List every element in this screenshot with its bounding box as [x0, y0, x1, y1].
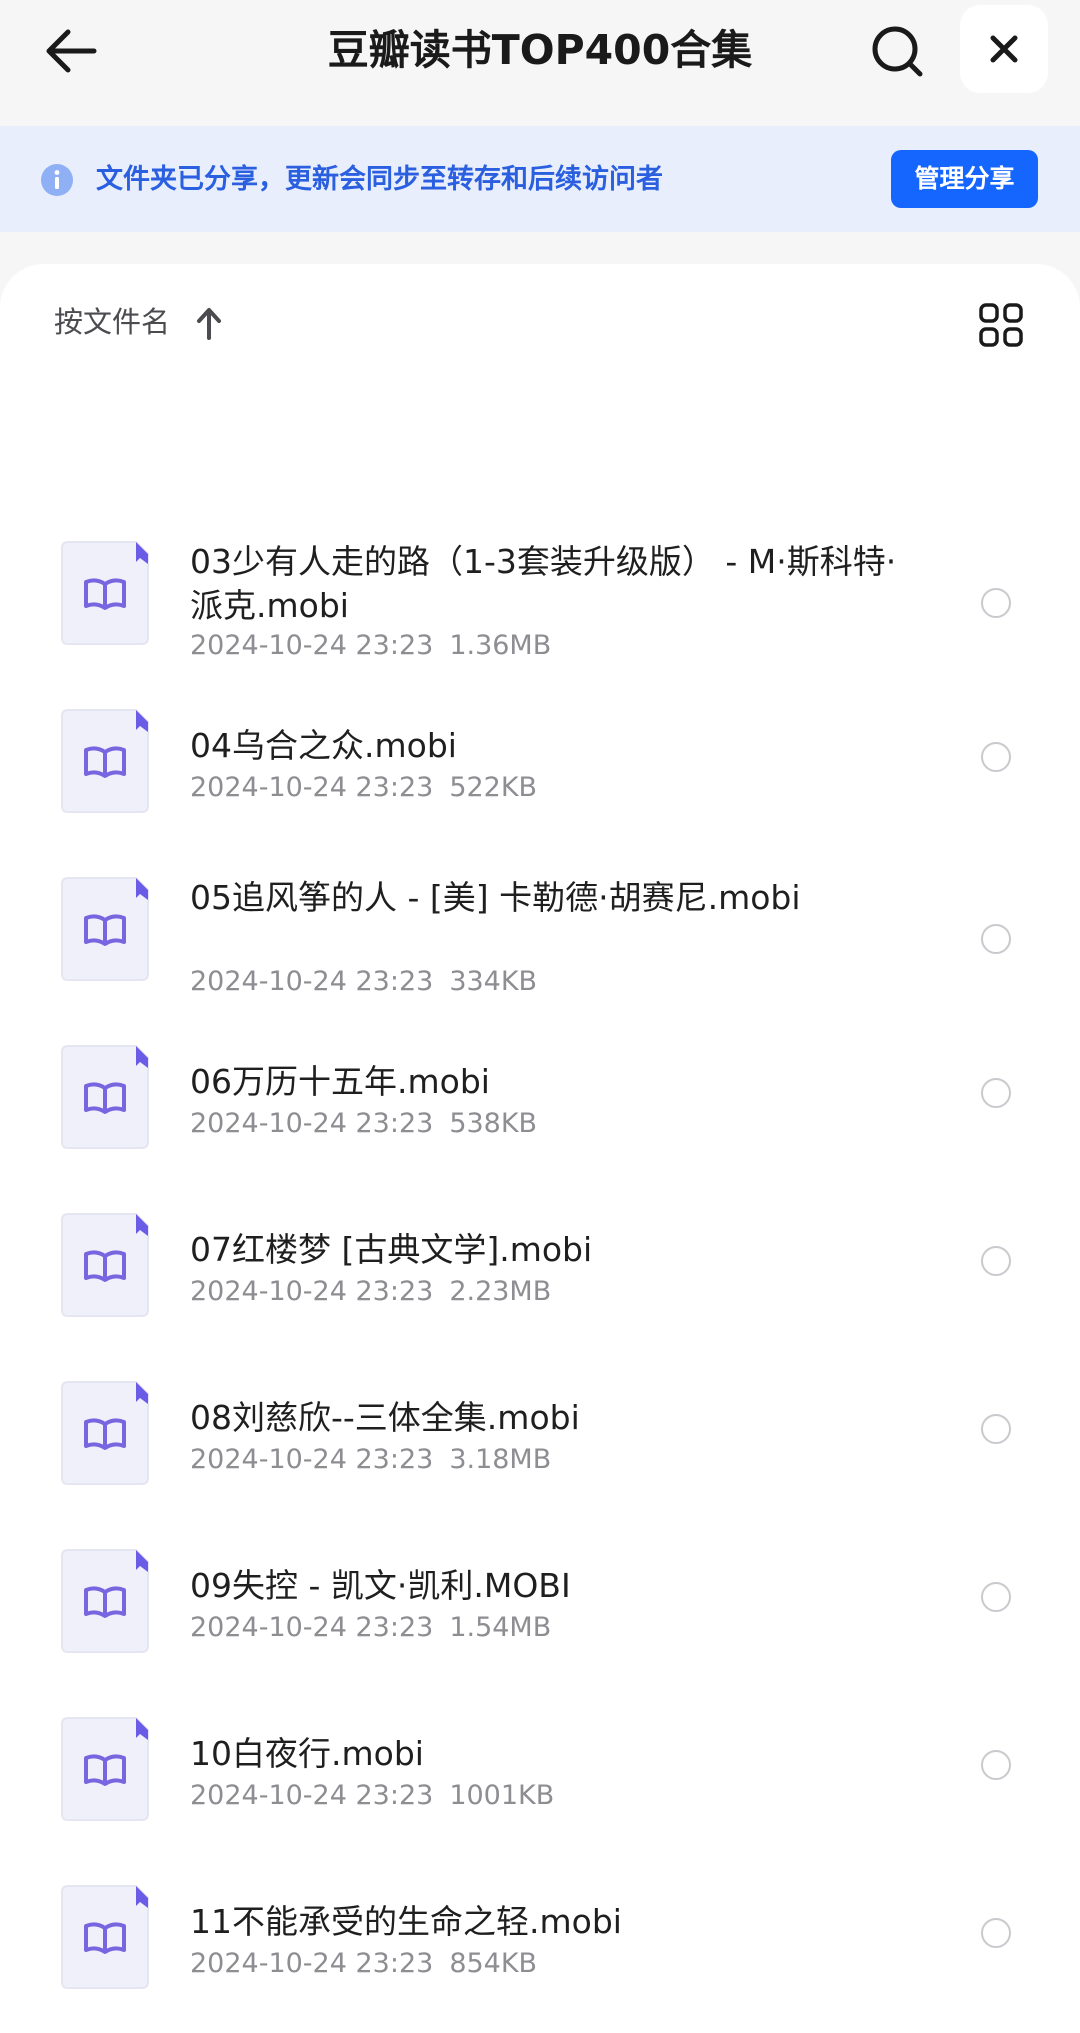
file-name: 11不能承受的生命之轻.mobi: [190, 1902, 622, 1941]
file-name: 04乌合之众.mobi: [190, 726, 457, 765]
ebook-file-icon: [61, 1885, 149, 1989]
info-icon: [41, 164, 73, 196]
grid-view-icon[interactable]: [978, 302, 1024, 348]
arrow-left-icon: [46, 29, 97, 73]
file-meta: 2024-10-24 23:23 3.18MB: [190, 1442, 551, 1478]
file-size: 2.23MB: [449, 1276, 552, 1307]
ebook-file-icon: [61, 877, 149, 981]
sort-by-name-button[interactable]: 按文件名: [54, 302, 170, 342]
file-row[interactable]: 06万历十五年.mobi 2024-10-24 23:23 538KB: [0, 1004, 1080, 1172]
file-row[interactable]: 05追风筝的人 - [美] 卡勒德·胡赛尼.mobi 2024-10-24 23:…: [0, 836, 1080, 1004]
file-name: 06万历十五年.mobi: [190, 1062, 490, 1101]
close-button[interactable]: [960, 5, 1048, 93]
search-icon: [872, 26, 923, 77]
file-list-sheet: 2024-10-24 23:23768KB03少有人走的路（1-3套装升级版） …: [0, 264, 1080, 2033]
file-meta: 2024-10-24 23:23 538KB: [190, 1106, 537, 1142]
file-date: 2024-10-24 23:23: [190, 1108, 434, 1139]
file-size: 3.18MB: [449, 1444, 552, 1475]
file-size: 854KB: [449, 1948, 538, 1979]
back-button[interactable]: [40, 20, 102, 82]
file-date: 2024-10-24 23:23: [190, 1780, 434, 1811]
file-meta: 2024-10-24 23:23 854KB: [190, 1946, 537, 1982]
file-row[interactable]: 09失控 - 凯文·凯利.MOBI 2024-10-24 23:23 1.54MB: [0, 1508, 1080, 1676]
ebook-file-icon: [61, 1213, 149, 1317]
file-meta: 2024-10-24 23:23 2.23MB: [190, 1274, 551, 1310]
file-date: 2024-10-24 23:23: [190, 772, 434, 803]
select-radio[interactable]: [981, 924, 1011, 954]
file-name: 08刘慈欣--三体全集.mobi: [190, 1398, 580, 1437]
search-button[interactable]: [866, 20, 928, 82]
file-name: 09失控 - 凯文·凯利.MOBI: [190, 1566, 571, 1605]
close-icon: [990, 35, 1018, 63]
ebook-file-icon: [61, 1549, 149, 1653]
file-name: 07红楼梦 [古典文学].mobi: [190, 1230, 593, 1269]
file-size: 522KB: [449, 772, 538, 803]
file-row[interactable]: 04乌合之众.mobi 2024-10-24 23:23 522KB: [0, 668, 1080, 836]
file-date: 2024-10-24 23:23: [190, 1444, 434, 1475]
file-row[interactable]: 07红楼梦 [古典文学].mobi 2024-10-24 23:23 2.23MB: [0, 1172, 1080, 1340]
file-date: 2024-10-24 23:23: [190, 966, 434, 997]
arrow-up-icon[interactable]: [195, 306, 223, 340]
manage-share-button[interactable]: 管理分享: [891, 150, 1038, 208]
file-date: 2024-10-24 23:23: [190, 1948, 434, 1979]
select-radio[interactable]: [981, 1414, 1011, 1444]
file-name: 10白夜行.mobi: [190, 1734, 424, 1773]
file-row[interactable]: 03少有人走的路（1-3套装升级版） - M·斯科特·派克.mobi 2024-1…: [0, 500, 1080, 668]
page-title: 豆瓣读书TOP400合集: [327, 26, 753, 74]
select-radio[interactable]: [981, 588, 1011, 618]
select-radio[interactable]: [981, 742, 1011, 772]
top-bar: 豆瓣读书TOP400合集: [0, 0, 1080, 126]
file-size: 1001KB: [449, 1780, 555, 1811]
file-meta: 2024-10-24 23:23 1001KB: [190, 1778, 554, 1814]
select-radio[interactable]: [981, 1078, 1011, 1108]
file-row[interactable]: 10白夜行.mobi 2024-10-24 23:23 1001KB: [0, 1676, 1080, 1844]
file-date: 2024-10-24 23:23: [190, 1276, 434, 1307]
ebook-file-icon: [61, 541, 149, 645]
file-meta: 2024-10-24 23:23 1.54MB: [190, 1610, 551, 1646]
file-size: 538KB: [449, 1108, 538, 1139]
sort-bar: 按文件名: [0, 264, 1080, 382]
file-size: 1.36MB: [449, 630, 552, 661]
ebook-file-icon: [61, 1717, 149, 1821]
ebook-file-icon: [61, 1381, 149, 1485]
file-name: 03少有人走的路（1-3套装升级版） - M·斯科特·派克.mobi: [190, 542, 897, 625]
file-row[interactable]: 11不能承受的生命之轻.mobi 2024-10-24 23:23 854KB: [0, 1844, 1080, 2012]
file-list: 2024-10-24 23:23768KB03少有人走的路（1-3套装升级版） …: [0, 264, 1080, 2033]
file-name: 05追风筝的人 - [美] 卡勒德·胡赛尼.mobi: [190, 878, 801, 917]
select-radio[interactable]: [981, 1246, 1011, 1276]
file-date: 2024-10-24 23:23: [190, 1612, 434, 1643]
file-date: 2024-10-24 23:23: [190, 630, 434, 661]
file-meta: 2024-10-24 23:23 334KB: [190, 964, 537, 1000]
ebook-file-icon: [61, 709, 149, 813]
select-radio[interactable]: [981, 1918, 1011, 1948]
ebook-file-icon: [61, 1045, 149, 1149]
select-radio[interactable]: [981, 1582, 1011, 1612]
file-size: 334KB: [449, 966, 538, 997]
share-notice-text: 文件夹已分享，更新会同步至转存和后续访问者: [96, 164, 663, 195]
file-row[interactable]: 08刘慈欣--三体全集.mobi 2024-10-24 23:23 3.18MB: [0, 1340, 1080, 1508]
file-size: 1.54MB: [449, 1612, 552, 1643]
file-meta: 2024-10-24 23:23 522KB: [190, 770, 537, 806]
file-meta: 2024-10-24 23:23 1.36MB: [190, 628, 551, 664]
select-radio[interactable]: [981, 1750, 1011, 1780]
